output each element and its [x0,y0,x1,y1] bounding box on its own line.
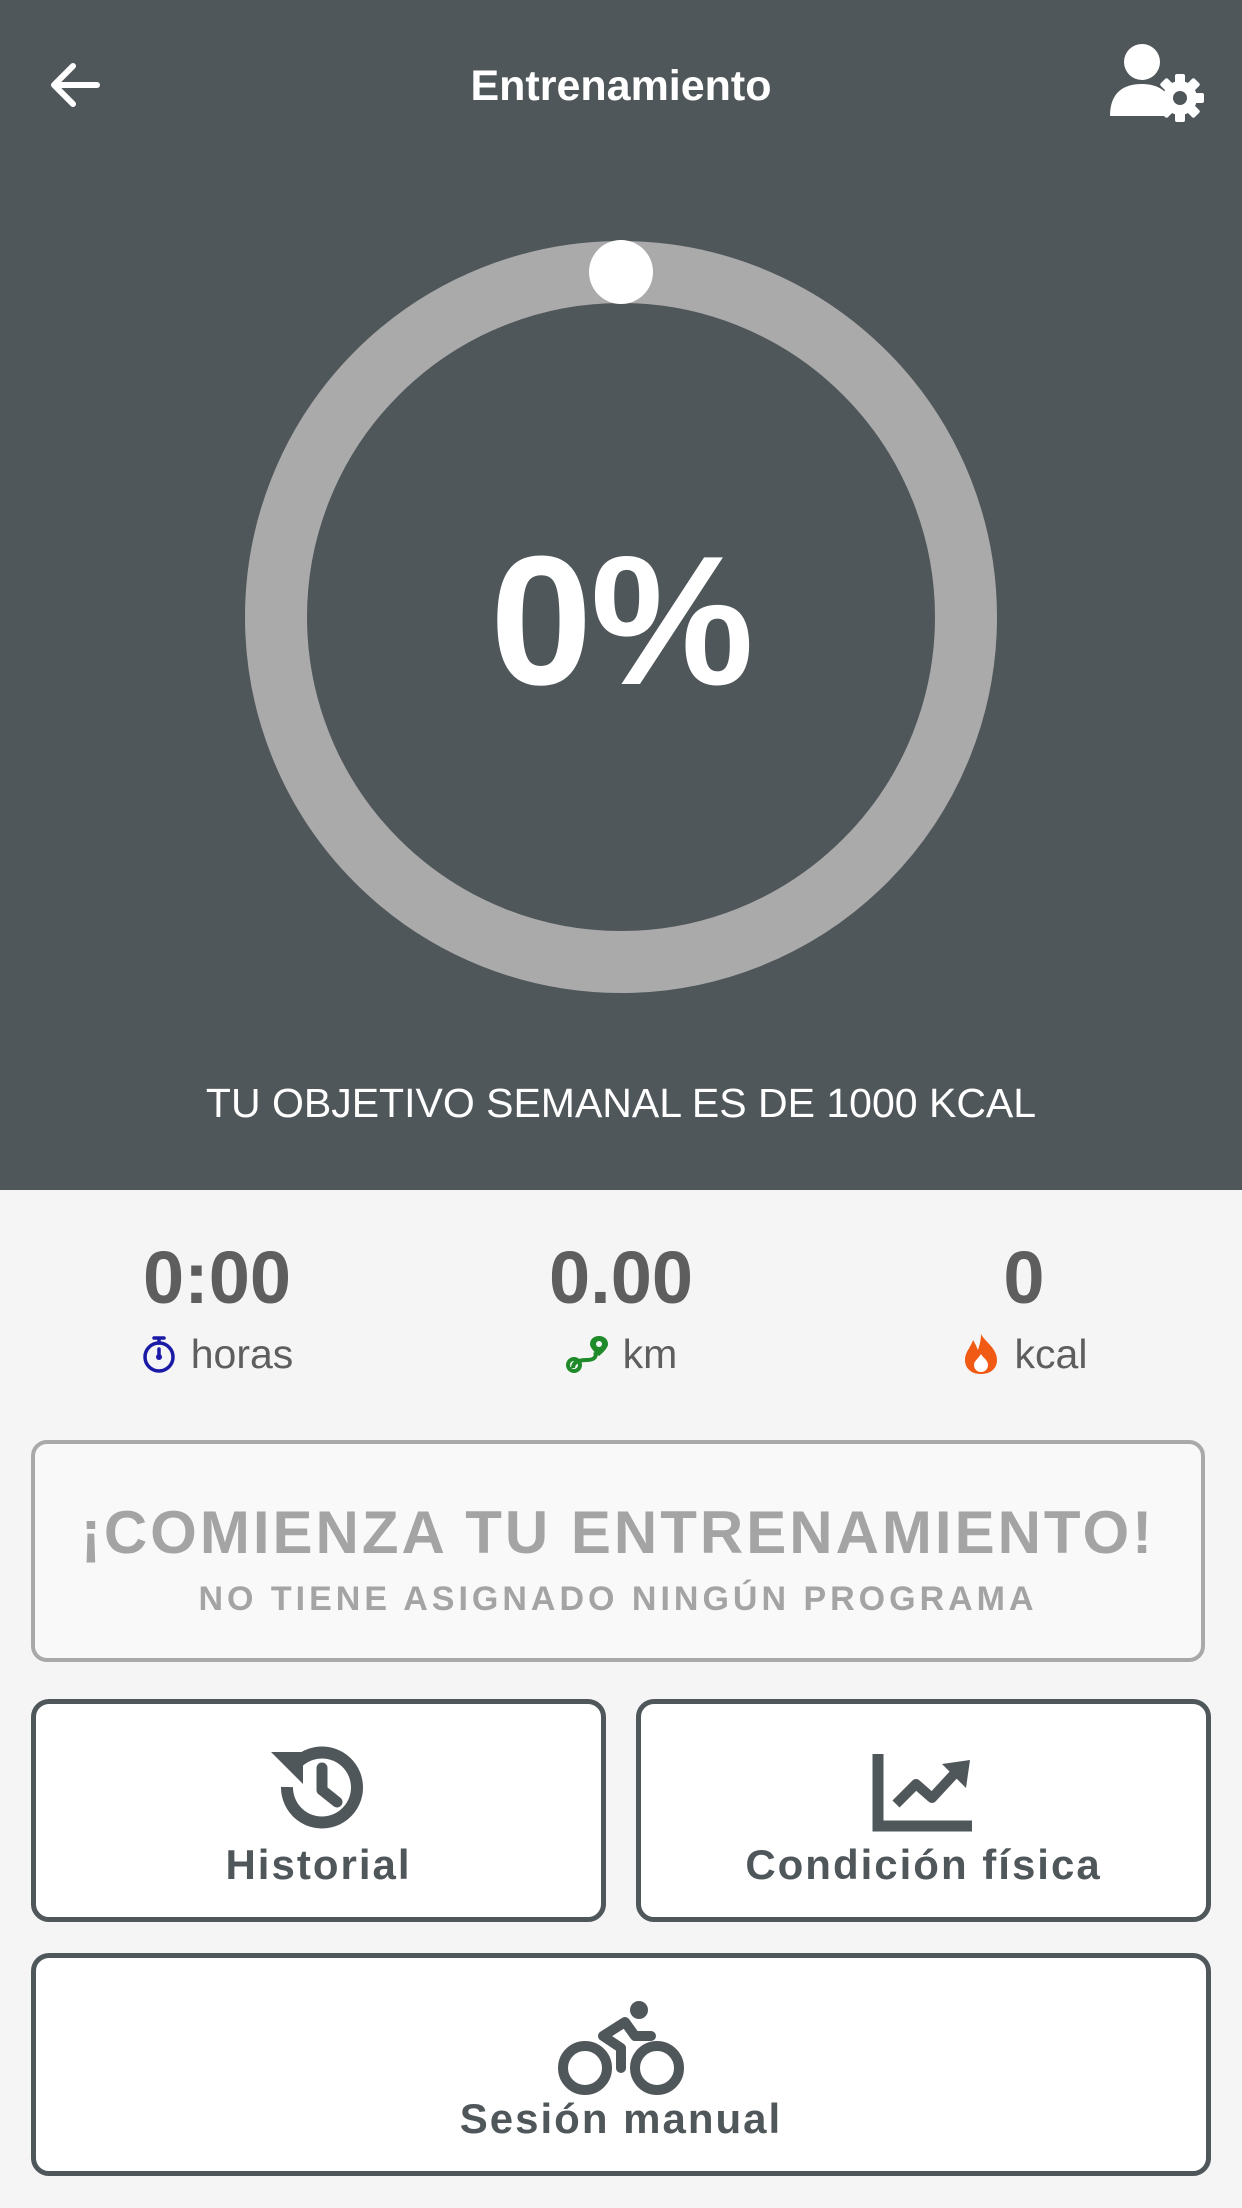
cyclist-icon [558,2001,684,2095]
progress-ring-knob [589,240,653,304]
profile-settings-button[interactable] [1108,40,1208,130]
manual-session-button[interactable]: Sesión manual [31,1953,1211,2176]
start-training-title: ¡COMIENZA TU ENTRENAMIENTO! [80,1499,1156,1566]
flame-icon [964,1334,997,1374]
stat-calories: 0 kcal [874,1238,1174,1382]
fitness-button[interactable]: Condición física [636,1699,1211,1922]
stat-distance-unit: km [622,1330,678,1377]
fitness-label: Condición física [745,1841,1102,1888]
progress-header: Entrenamiento 0% TU OBJETIVO SEMANAL ES … [0,0,1242,1190]
chart-line-icon [872,1754,972,1832]
stat-distance: 0.00 km [471,1238,771,1382]
manual-session-label: Sesión manual [459,2095,783,2142]
route-icon [565,1336,608,1373]
weekly-goal-text: TU OBJETIVO SEMANAL ES DE 1000 KCAL [205,1080,1037,1126]
stat-distance-value: 0.00 [548,1236,694,1319]
start-training-card[interactable]: ¡COMIENZA TU ENTRENAMIENTO! NO TIENE ASI… [31,1440,1205,1662]
history-label: Historial [225,1841,412,1888]
history-button[interactable]: Historial [31,1699,606,1922]
history-icon [270,1746,363,1829]
stopwatch-icon [142,1336,175,1373]
user-settings-icon [1110,44,1204,122]
start-training-subtitle: NO TIENE ASIGNADO NINGÚN PROGRAMA [198,1580,1038,1618]
stat-time-value: 0:00 [142,1236,292,1319]
stat-calories-unit: kcal [1014,1330,1088,1377]
stat-calories-value: 0 [1003,1236,1045,1319]
page-title: Entrenamiento [470,62,772,110]
stat-time-unit: horas [190,1330,294,1377]
progress-percent: 0% [490,517,754,723]
stat-time: 0:00 horas [67,1238,367,1382]
